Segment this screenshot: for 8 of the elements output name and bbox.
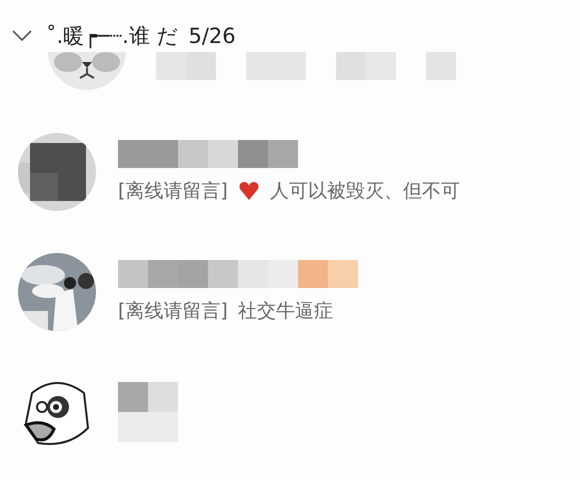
group-title: ˚.暖┍─┈.谁 だ [46, 23, 178, 50]
status-text: [离线请留言] [118, 299, 228, 324]
signature-text: 社交牛逼症 [238, 299, 333, 324]
pixelated-name [118, 382, 178, 442]
online-count: 5/26 [188, 24, 236, 48]
signature-text: 人可以被毁灭、但不可 [270, 179, 460, 204]
status-text: [离线请留言] [118, 179, 228, 204]
chevron-down-icon[interactable] [12, 30, 32, 42]
